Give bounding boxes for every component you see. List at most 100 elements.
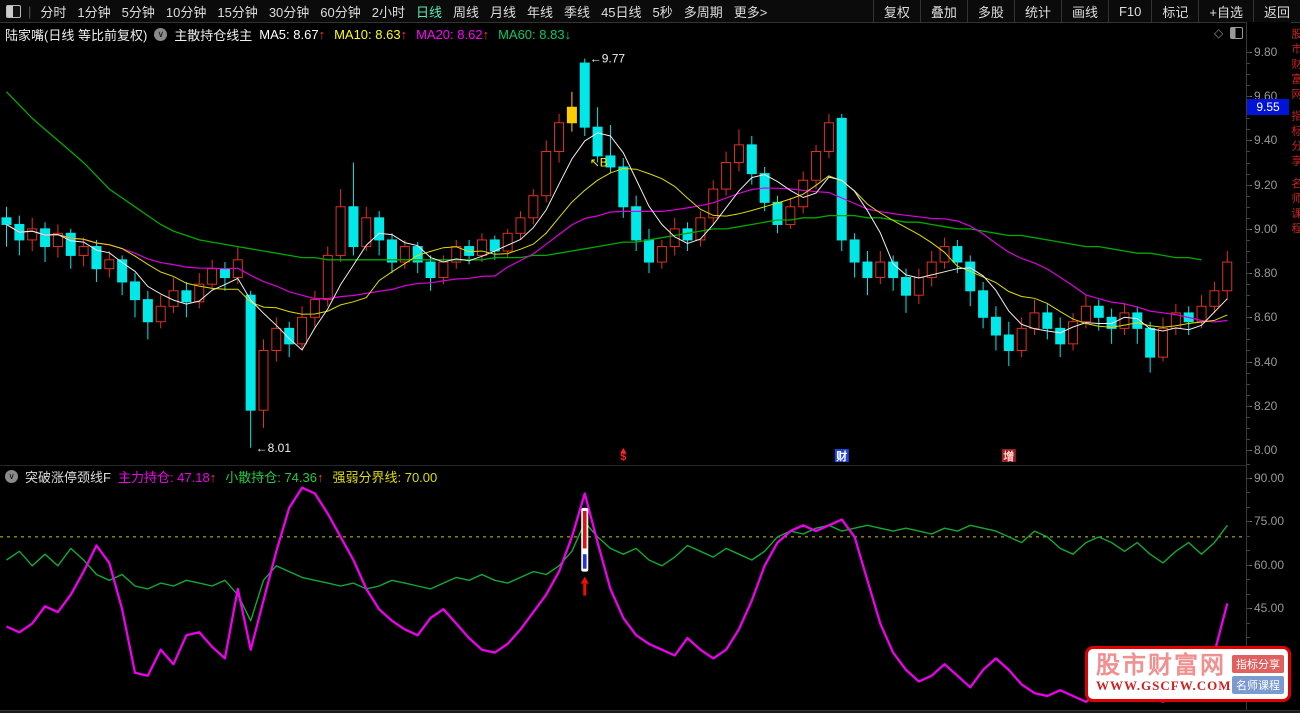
axis-minor-tick <box>1247 229 1250 230</box>
candle-body <box>323 255 332 299</box>
toolbar-period-2小时[interactable]: 2小时 <box>372 2 405 21</box>
chart-annotation: ←9.77 <box>590 52 626 66</box>
toolbar-period-1分钟[interactable]: 1分钟 <box>77 2 110 21</box>
watermark-badge: 名师课程 <box>1232 676 1284 694</box>
sub-legend-label: 主力持仓: 47.18 <box>118 470 210 485</box>
toolbar-period-季线[interactable]: 季线 <box>564 2 590 21</box>
sub-chart-legend: ∨ 突破涨停颈线F 主力持仓: 47.18↑小散持仓: 74.36↑强弱分界线:… <box>5 467 437 486</box>
diamond-icon[interactable]: ◇ <box>1214 26 1223 40</box>
toolbar-period-45日线[interactable]: 45日线 <box>601 2 641 21</box>
axis-label: 75.00 <box>1254 514 1284 528</box>
axis-minor-tick <box>1247 373 1250 374</box>
axis-minor-tick <box>1247 85 1250 86</box>
axis-minor-tick <box>1247 163 1250 164</box>
axis-label: 45.00 <box>1254 601 1284 615</box>
candle-body <box>1159 328 1168 357</box>
axis-minor-tick <box>1247 550 1250 551</box>
toolbar-period-5秒[interactable]: 5秒 <box>653 2 673 21</box>
toolbar-action-统计[interactable]: 统计 <box>1014 0 1061 22</box>
axis-minor-tick <box>1247 507 1250 508</box>
axis-minor-tick <box>1247 339 1250 340</box>
ma-legend: MA5: 8.67↑MA10: 8.63↑MA20: 8.62↑MA60: 8.… <box>259 27 571 42</box>
toolbar-period-多周期[interactable]: 多周期 <box>684 2 723 21</box>
candle-body <box>516 218 525 233</box>
arrow-up-icon: ↑ <box>317 470 324 485</box>
toolbar-action-多股[interactable]: 多股 <box>967 0 1014 22</box>
toolbar-action-复权[interactable]: 复权 <box>873 0 920 22</box>
axis-minor-tick <box>1247 96 1250 97</box>
toolbar-action-画线[interactable]: 画线 <box>1061 0 1108 22</box>
arrow-up-icon: ↑ <box>319 27 326 42</box>
candle-body <box>310 300 319 318</box>
axis-label: 90.00 <box>1254 471 1284 485</box>
toolbar-period-分时[interactable]: 分时 <box>40 2 66 21</box>
axis-minor-tick <box>1247 450 1250 451</box>
axis-minor-tick <box>1247 384 1250 385</box>
candle-body <box>696 218 705 240</box>
candle-body <box>1146 328 1155 357</box>
toolbar-action-叠加[interactable]: 叠加 <box>920 0 967 22</box>
axis-minor-tick <box>1247 317 1250 318</box>
axis-minor-tick <box>1247 594 1250 595</box>
toolbar-action-F10[interactable]: F10 <box>1108 0 1151 22</box>
panel-icon[interactable] <box>1230 27 1243 39</box>
toolbar-period-5分钟[interactable]: 5分钟 <box>122 2 155 21</box>
axis-minor-tick <box>1247 129 1250 130</box>
watermark-url: WWW.GSCFW.COM <box>1096 678 1232 694</box>
ma-legend-item: MA20: 8.62↑ <box>416 27 489 42</box>
period-toolbar: | 分时1分钟5分钟10分钟15分钟30分钟60分钟2小时日线周线月线年线季线4… <box>0 0 1300 23</box>
candle-body <box>1094 306 1103 317</box>
candle-body <box>567 107 576 122</box>
axis-minor-tick <box>1247 492 1250 493</box>
toolbar-period-月线[interactable]: 月线 <box>490 2 516 21</box>
main-candlestick-chart[interactable]: ←9.77←8.01↖B$财增 <box>0 22 1247 463</box>
candle-body <box>388 240 397 262</box>
signal-bar-red <box>583 511 587 549</box>
axis-minor-tick <box>1247 362 1250 363</box>
axis-minor-tick <box>1247 306 1250 307</box>
candle-body <box>799 180 808 207</box>
watermark-title: 股市财富网 <box>1096 654 1232 678</box>
toolbar-action-返回[interactable]: 返回 <box>1253 0 1300 22</box>
ma-legend-label: MA60: 8.83 <box>498 27 565 42</box>
side-vertical-text: 股市财富网 指标分享 名师课程 <box>1291 28 1300 668</box>
axis-minor-tick <box>1247 417 1250 418</box>
watermark-badge: 指标分享 <box>1232 655 1284 673</box>
axis-minor-tick <box>1247 350 1250 351</box>
candle-body <box>349 207 358 247</box>
toolbar-period-周线[interactable]: 周线 <box>453 2 479 21</box>
axis-minor-tick <box>1247 295 1250 296</box>
toolbar-action-标记[interactable]: 标记 <box>1151 0 1198 22</box>
candle-body <box>426 262 435 277</box>
axis-label: 8.40 <box>1254 355 1277 369</box>
chevron-down-icon[interactable]: ∨ <box>5 470 18 483</box>
chevron-down-icon[interactable]: ∨ <box>154 28 167 41</box>
axis-minor-tick <box>1247 262 1250 263</box>
window-split-icon[interactable] <box>6 5 21 18</box>
candle-body <box>850 240 859 262</box>
signal-bar-blue <box>583 554 587 568</box>
axis-label: 8.60 <box>1254 310 1277 324</box>
signal-arrow-head <box>581 577 589 584</box>
toolbar-period-10分钟[interactable]: 10分钟 <box>166 2 206 21</box>
toolbar-period-30分钟[interactable]: 30分钟 <box>269 2 309 21</box>
candle-body <box>246 295 255 410</box>
candle-body <box>786 207 795 225</box>
ma60-line <box>7 92 1202 260</box>
ma-legend-label: MA5: 8.67 <box>259 27 318 42</box>
candle-body <box>542 151 551 195</box>
toolbar-period-年线[interactable]: 年线 <box>527 2 553 21</box>
candle-body <box>131 282 140 300</box>
axis-minor-tick <box>1247 63 1250 64</box>
toolbar-period-60分钟[interactable]: 60分钟 <box>320 2 360 21</box>
holding-indicator-chart[interactable] <box>0 465 1247 711</box>
toolbar-period-更多>[interactable]: 更多> <box>734 2 768 21</box>
axis-minor-tick <box>1247 623 1250 624</box>
toolbar-period-15分钟[interactable]: 15分钟 <box>217 2 257 21</box>
toolbar-period-日线[interactable]: 日线 <box>416 2 442 21</box>
axis-minor-tick <box>1247 174 1250 175</box>
axis-minor-tick <box>1247 406 1250 407</box>
axis-minor-tick <box>1247 240 1250 241</box>
toolbar-action-+自选[interactable]: +自选 <box>1198 0 1253 22</box>
candle-body <box>298 317 307 344</box>
